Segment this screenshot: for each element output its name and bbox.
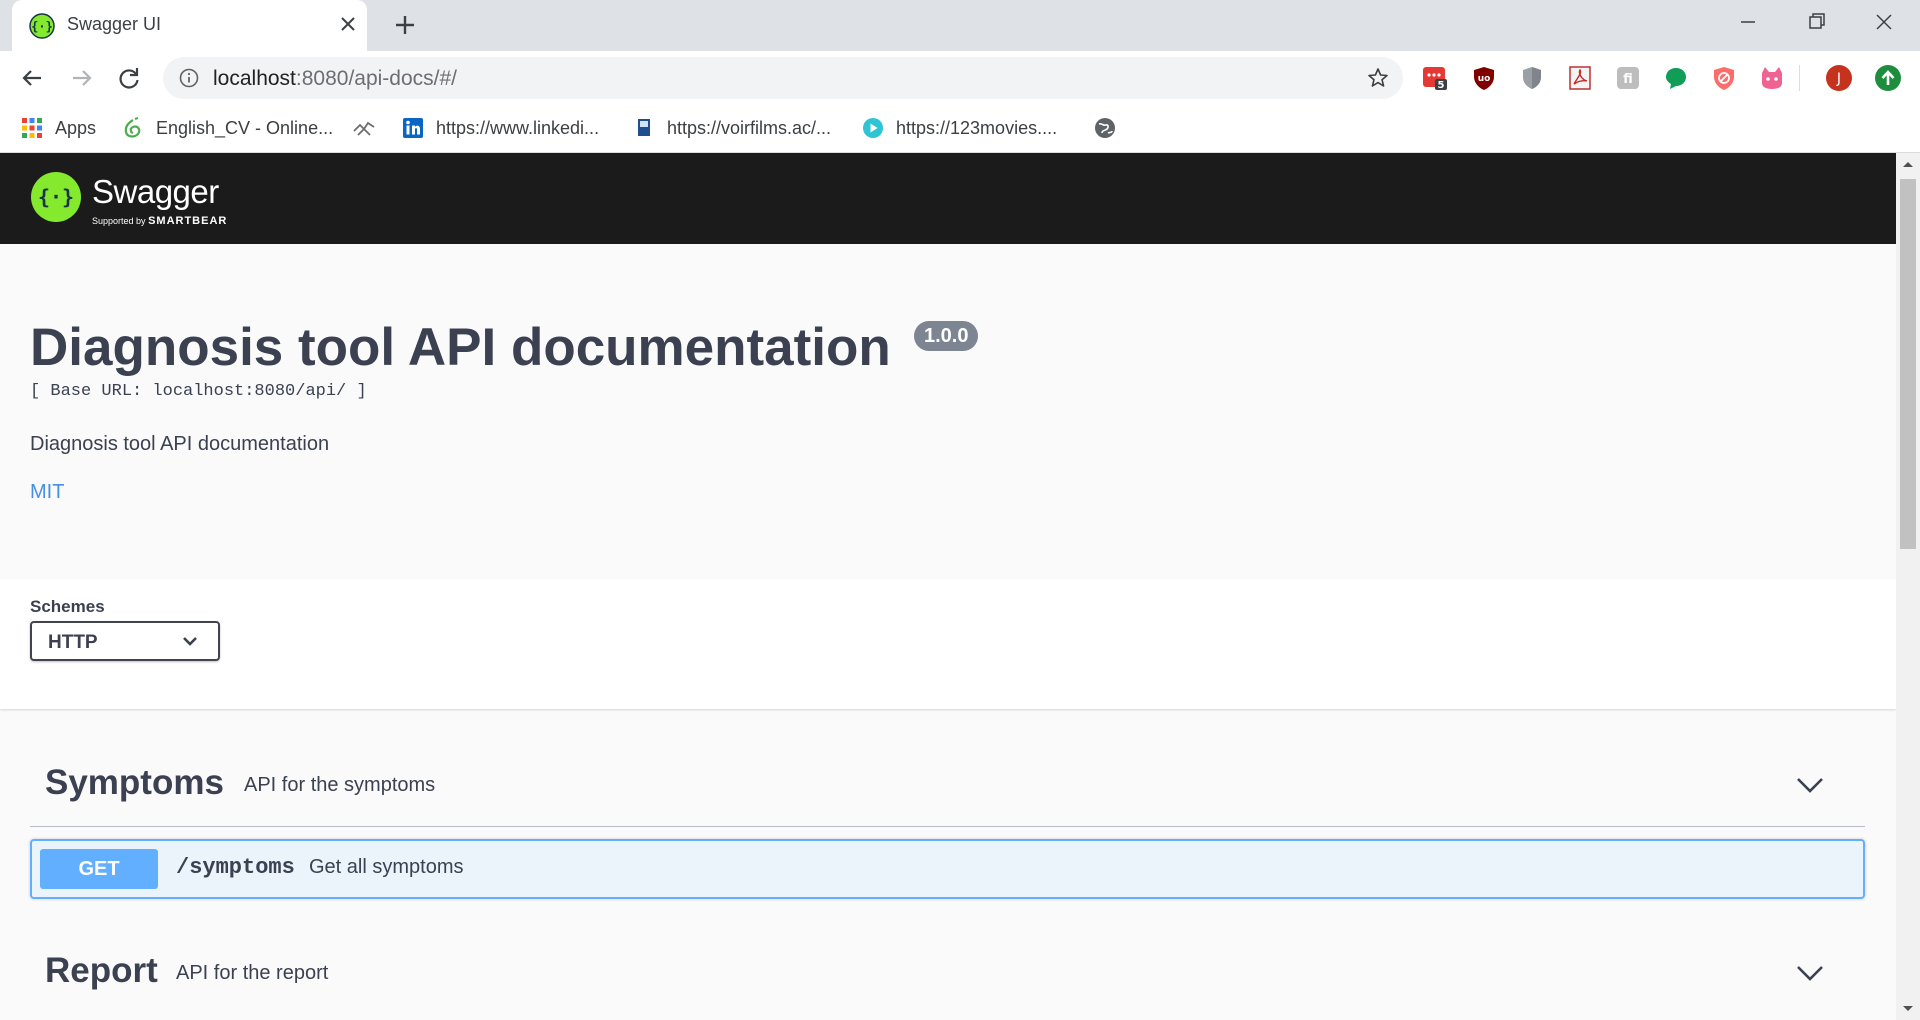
toolbar-separator (1799, 65, 1800, 91)
browser-tab[interactable]: {·} Swagger UI (12, 0, 367, 51)
expand-chevron-icon[interactable] (1795, 775, 1825, 795)
bookmark-globe[interactable] (1094, 115, 1128, 141)
bookmark-linkedin[interactable]: https://www.linkedi... (402, 115, 599, 141)
tag-section-symptoms[interactable]: Symptoms API for the symptoms (30, 745, 1865, 839)
linkedin-icon (403, 118, 423, 138)
restore-icon[interactable] (1798, 8, 1834, 36)
bookmark-label: https://voirfilms.ac/... (667, 117, 832, 138)
tag-section-report[interactable]: Report API for the report (30, 933, 1865, 1020)
bookmark-overleaf[interactable]: English_CV - Online... (122, 115, 333, 141)
tab-close-icon[interactable] (334, 10, 362, 38)
page-scrollbar[interactable] (1896, 153, 1920, 1020)
logo-sub-brand: SMARTBEAR (148, 215, 228, 227)
ublock-icon[interactable]: uo (1471, 65, 1497, 91)
update-arrow-icon[interactable] (1874, 64, 1902, 92)
version-badge: 1.0.0 (914, 321, 979, 351)
bird-icon (353, 121, 375, 136)
window-close-icon[interactable] (1866, 8, 1902, 36)
tag-description: API for the report (176, 962, 329, 984)
bookmark-bird[interactable] (352, 115, 388, 141)
schemes-section: Schemes HTTP (0, 579, 1896, 709)
play-icon (863, 118, 883, 138)
method-badge: GET (40, 849, 158, 889)
tag-name: Symptoms (45, 763, 224, 802)
browser-tab-bar: {·} Swagger UI (0, 0, 1920, 51)
tab-title: Swagger UI (67, 14, 162, 34)
overleaf-icon (124, 117, 141, 138)
bookmark-label: Apps (55, 117, 97, 138)
chevron-down-icon (183, 637, 197, 646)
shield-extension-icon[interactable] (1519, 65, 1545, 91)
bookmark-label: https://www.linkedi... (436, 117, 600, 138)
expand-chevron-icon[interactable] (1795, 963, 1825, 983)
minimize-icon[interactable] (1730, 8, 1766, 36)
url-text: localhost:8080/api-docs/#/ (213, 67, 457, 91)
tag-description: API for the symptoms (244, 774, 436, 796)
svg-text:{·}: {·} (31, 20, 53, 34)
svg-text:{·}: {·} (38, 185, 74, 209)
todo-extension-icon[interactable]: 5 (1422, 65, 1448, 91)
globe-icon (1095, 118, 1115, 138)
base-url: [ Base URL: localhost:8080/api/ ] (30, 382, 367, 401)
pdf-extension-icon[interactable] (1567, 65, 1593, 91)
schemes-selected-value: HTTP (48, 632, 98, 653)
svg-text:uo: uo (1478, 74, 1491, 84)
bookmark-voirfilms[interactable]: https://voirfilms.ac/... (633, 115, 831, 141)
bookmark-label: https://123movies.... (896, 117, 1058, 138)
operation-path: /symptoms (176, 855, 295, 880)
logo-sub-prefix: Supported by (92, 216, 146, 226)
cat-extension-icon[interactable] (1759, 65, 1785, 91)
swagger-page: {·} Swagger Supported by SMARTBEAR Diagn… (0, 153, 1896, 1020)
info-icon[interactable] (179, 68, 199, 88)
apps-grid-icon (22, 118, 42, 138)
scroll-up-icon[interactable] (1896, 153, 1920, 177)
schemes-select[interactable]: HTTP (30, 621, 220, 661)
url-host: localhost (213, 67, 296, 90)
privacy-extension-icon[interactable] (1711, 65, 1737, 91)
bookmark-label: English_CV - Online... (156, 117, 334, 138)
url-path: :8080/api-docs/#/ (295, 67, 457, 90)
voirfilms-icon (638, 119, 650, 136)
new-tab-icon[interactable] (390, 10, 420, 40)
svg-text:fi: fi (1623, 72, 1633, 87)
reload-icon[interactable] (113, 62, 145, 94)
operation-get-symptoms[interactable]: GET /symptoms Get all symptoms (30, 839, 1865, 899)
api-description: Diagnosis tool API documentation (30, 433, 330, 455)
bookmark-star-icon[interactable] (1367, 67, 1389, 89)
swagger-favicon-icon: {·} (29, 13, 55, 39)
tag-divider (30, 826, 1865, 827)
forward-arrow-icon[interactable] (66, 62, 98, 94)
swagger-logo-icon[interactable]: {·} (30, 171, 82, 223)
api-title: Diagnosis tool API documentation (30, 318, 891, 377)
scroll-thumb[interactable] (1900, 179, 1916, 549)
bookmark-apps[interactable]: Apps (21, 115, 96, 141)
back-arrow-icon[interactable] (16, 62, 48, 94)
tag-name: Report (45, 951, 158, 990)
extension-badge: 5 (1438, 80, 1445, 91)
schemes-label: Schemes (30, 597, 105, 616)
chat-extension-icon[interactable] (1663, 65, 1689, 91)
scroll-down-icon[interactable] (1896, 996, 1920, 1020)
license-link[interactable]: MIT (30, 481, 64, 504)
font-extension-icon[interactable]: fi (1615, 65, 1641, 91)
profile-avatar[interactable]: J (1825, 64, 1853, 92)
swagger-logo-text: Swagger (92, 173, 219, 210)
browser-toolbar: localhost:8080/api-docs/#/ 5 uo fi J (0, 51, 1920, 105)
swagger-topbar: {·} Swagger Supported by SMARTBEAR (0, 153, 1896, 244)
address-bar[interactable]: localhost:8080/api-docs/#/ (163, 57, 1403, 99)
swagger-logo-subtitle: Supported by SMARTBEAR (92, 215, 227, 227)
bookmarks-bar: Apps English_CV - Online... https://www.… (0, 105, 1920, 153)
operation-summary: Get all symptoms (309, 856, 464, 878)
bookmark-123movies[interactable]: https://123movies.... (862, 115, 1057, 141)
profile-initial: J (1836, 71, 1841, 87)
